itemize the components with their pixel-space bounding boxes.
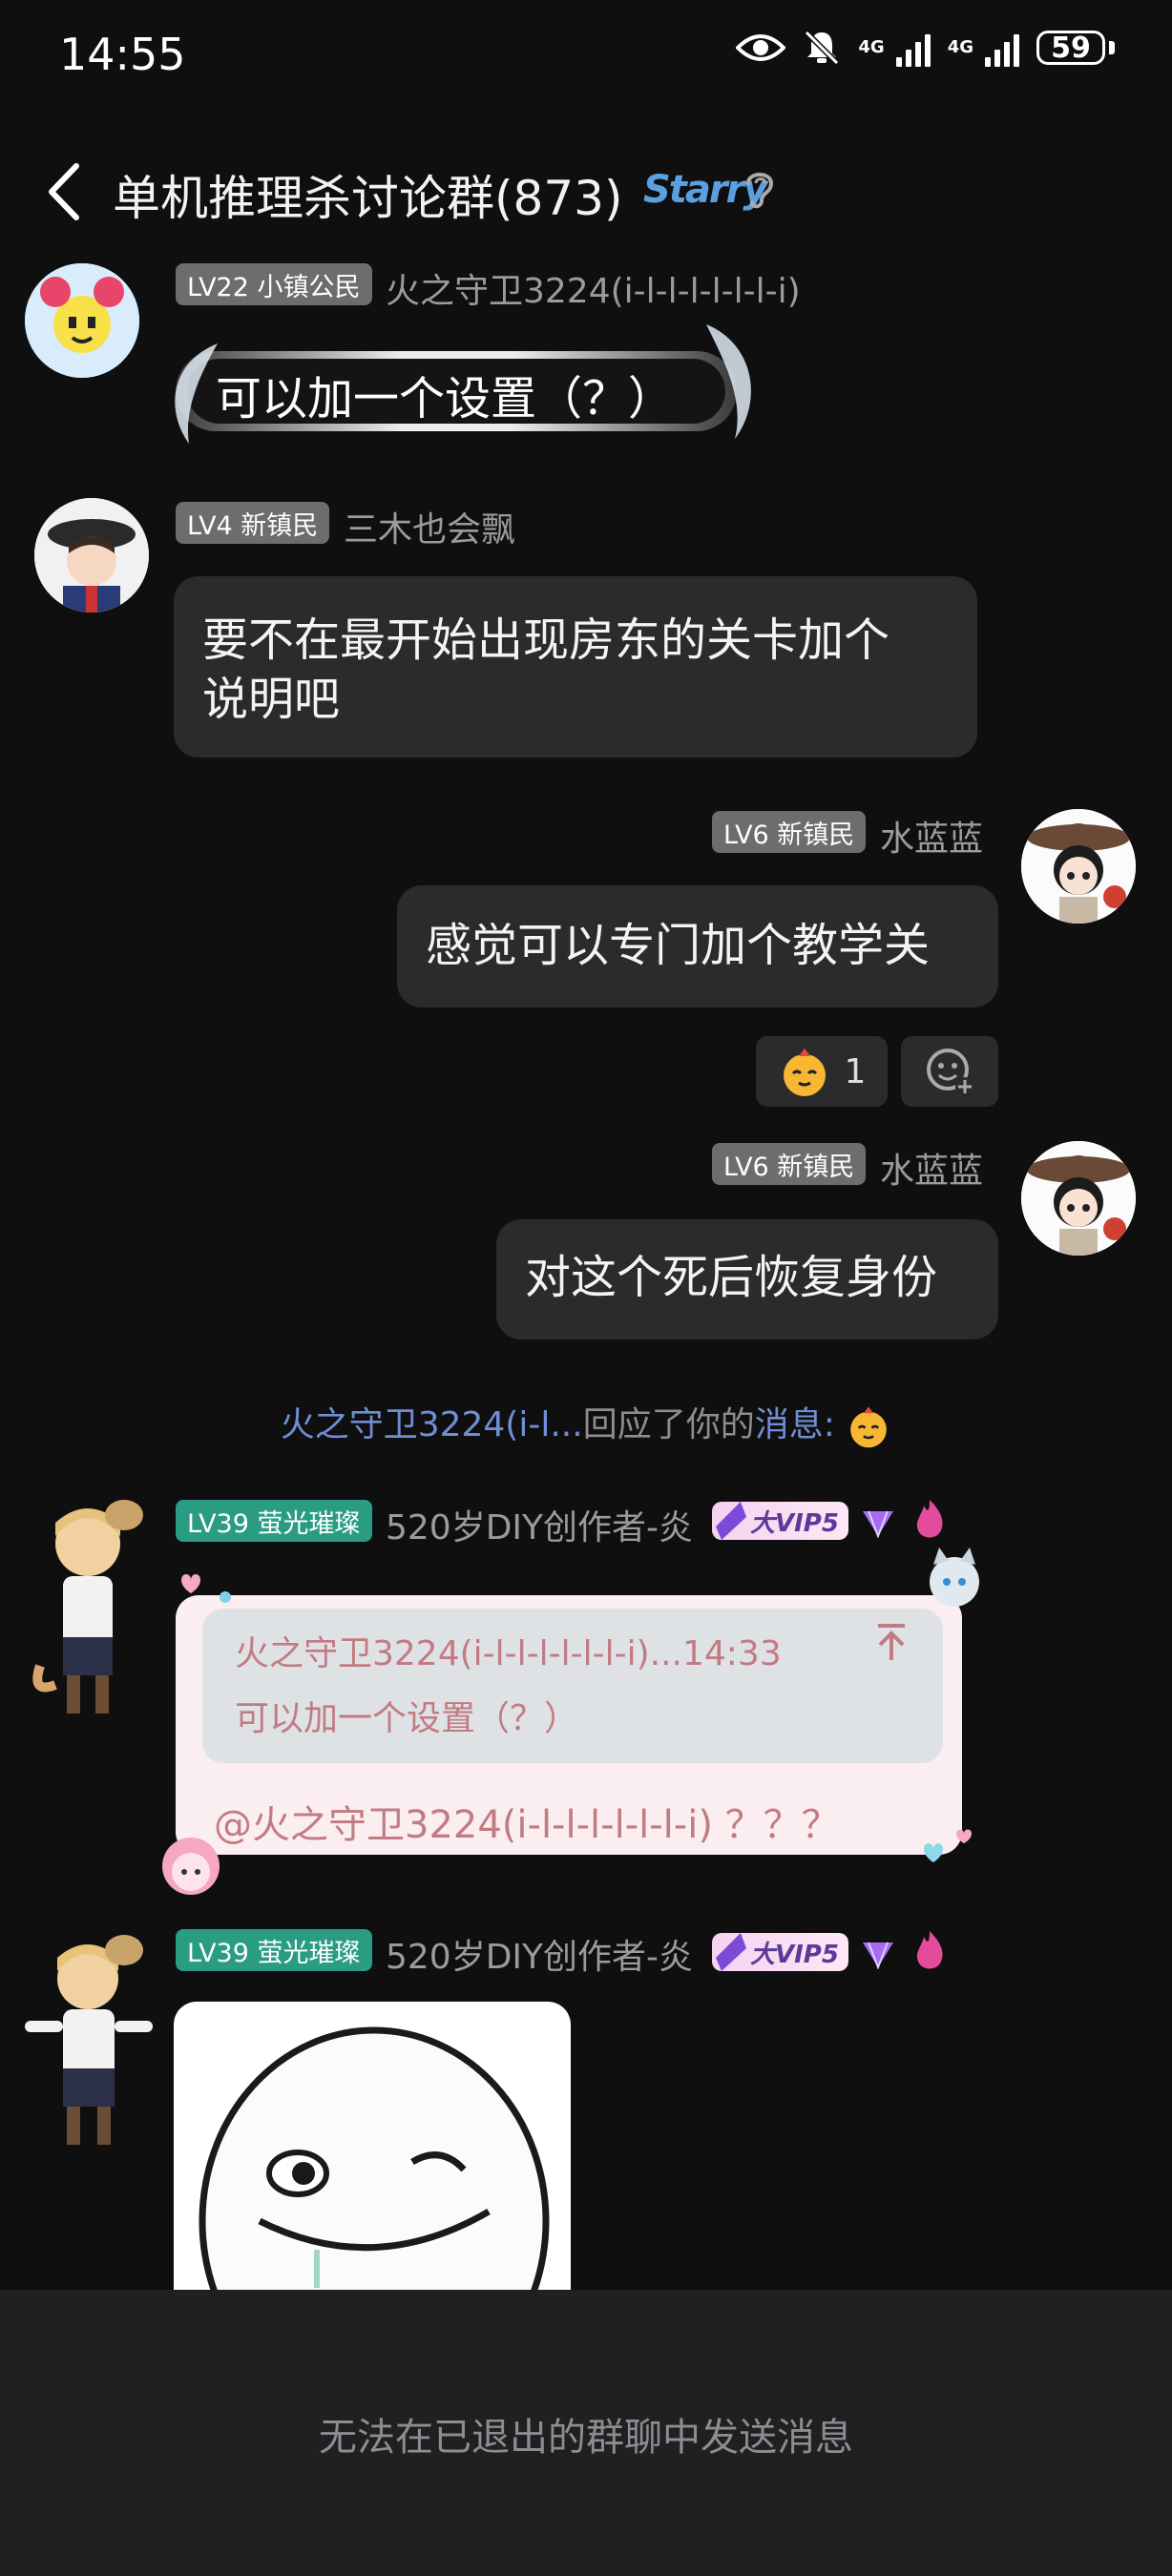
battery-level: 59 xyxy=(1051,31,1091,65)
chat-header: 单机推理杀讨论群(873) Starry xyxy=(0,143,1172,239)
message-bubble[interactable]: 要不在最开始出现房东的关卡加个 说明吧 xyxy=(174,576,977,758)
ear-icon[interactable] xyxy=(741,166,779,212)
level-badge: LV39 萤光璀璨 xyxy=(176,1929,372,1971)
meme-image xyxy=(199,2026,550,2290)
message-bubble[interactable]: 感觉可以专门加个教学关 xyxy=(397,885,998,1008)
image-message[interactable] xyxy=(174,2002,571,2290)
quoted-sender-time: 火之守卫3224(i-l-l-l-l-l-l-i)...14:33 xyxy=(235,1634,782,1673)
vip-icon xyxy=(716,1502,746,1540)
cannot-send-notice: 无法在已退出的群聊中发送消息 xyxy=(319,2416,853,2460)
quoted-text: 可以加一个设置（？） xyxy=(235,1699,579,1738)
wing-decoration-icon xyxy=(175,343,218,444)
message-text-line: 要不在最开始出现房东的关卡加个 xyxy=(202,613,890,667)
status-time: 14:55 xyxy=(59,29,186,80)
add-reaction-button[interactable] xyxy=(901,1036,998,1107)
battery-cap xyxy=(1109,41,1115,54)
jump-to-top-icon[interactable] xyxy=(872,1622,910,1664)
emoji-reaction-icon xyxy=(850,1406,888,1448)
message-text: 对这个死后恢复身份 xyxy=(525,1251,938,1304)
wing-decoration-icon xyxy=(706,324,751,439)
vip-label: 大VIP5 xyxy=(750,1508,839,1538)
add-emoji-icon xyxy=(927,1049,974,1096)
cat-sticker-icon xyxy=(930,1548,979,1607)
heart-decoration-icon xyxy=(924,1829,972,1862)
bell-mute-icon xyxy=(805,30,840,66)
heart-decoration-icon xyxy=(181,1574,231,1603)
message-text: 感觉可以专门加个教学关 xyxy=(426,919,931,972)
eye-icon xyxy=(736,34,786,61)
avatar-image xyxy=(25,263,139,378)
notice-text: 回应了你的 xyxy=(582,1405,755,1444)
level-badge: LV39 萤光璀璨 xyxy=(176,1500,372,1542)
level-badge: LV6 新镇民 xyxy=(712,811,867,853)
avatar[interactable] xyxy=(1021,1141,1136,1256)
battery-icon: 59 xyxy=(1036,31,1105,65)
message-bubble[interactable]: 对这个死后恢复身份 xyxy=(496,1219,998,1340)
gem-icon xyxy=(863,1942,893,1969)
sender-name[interactable]: 水蓝蓝 xyxy=(880,1143,983,1193)
avatar[interactable] xyxy=(17,1929,160,2158)
notice-message-link[interactable]: 消息: xyxy=(755,1405,835,1444)
reaction-chip[interactable]: 1 xyxy=(756,1036,888,1107)
level-badge: LV6 新镇民 xyxy=(712,1143,867,1185)
avatar-image xyxy=(32,1500,143,1714)
sender-name[interactable]: 水蓝蓝 xyxy=(880,811,983,861)
gem-icon xyxy=(863,1510,893,1538)
girl-sticker-icon xyxy=(162,1838,220,1895)
message-text-line: 说明吧 xyxy=(202,673,341,726)
avatar-image xyxy=(34,498,149,613)
avatar[interactable] xyxy=(34,498,149,613)
chat-title[interactable]: 单机推理杀讨论群(873) xyxy=(113,160,622,229)
level-badge: LV22 小镇公民 xyxy=(176,263,372,305)
vip-label: 大VIP5 xyxy=(750,1940,839,1969)
network-type-2: 4G xyxy=(947,37,973,57)
level-badge: LV4 新镇民 xyxy=(176,502,330,544)
sender-name[interactable]: 520岁DIY创作者-炎 xyxy=(386,1500,693,1549)
reaction-count: 1 xyxy=(844,1051,867,1091)
emoji-reaction-icon xyxy=(783,1049,826,1096)
sender-name[interactable]: 三木也会飘 xyxy=(344,502,515,551)
flame-icon xyxy=(916,1931,943,1969)
message-text: @火之守卫3224(i-l-l-l-l-l-l-i) ？？？ xyxy=(214,1803,840,1847)
network-type-1: 4G xyxy=(858,37,885,57)
flame-icon xyxy=(916,1500,943,1538)
status-bar: 14:55 4G 4G 59 xyxy=(0,0,1172,114)
avatar[interactable] xyxy=(1021,809,1136,924)
avatar-image xyxy=(1021,809,1136,924)
avatar-image xyxy=(1021,1141,1136,1256)
vip-icon xyxy=(716,1933,746,1971)
signal-icon xyxy=(895,29,931,67)
back-arrow-icon[interactable] xyxy=(38,158,95,225)
sender-name[interactable]: 火之守卫3224(i-l-l-l-l-l-l-i) xyxy=(386,263,801,313)
signal-icon-2 xyxy=(985,29,1019,67)
avatar[interactable] xyxy=(21,1494,155,1733)
sender-name[interactable]: 520岁DIY创作者-炎 xyxy=(386,1929,693,1979)
notice-user-name[interactable]: 火之守卫3224(i-l... xyxy=(281,1405,583,1444)
reaction-notice: 火之守卫3224(i-l...回应了你的消息: xyxy=(0,1397,1172,1449)
avatar[interactable] xyxy=(25,263,139,378)
status-icons: 4G 4G 59 xyxy=(736,29,1115,67)
message-text[interactable]: 可以加一个设置（？） xyxy=(216,361,674,427)
avatar-image xyxy=(25,1935,153,2145)
